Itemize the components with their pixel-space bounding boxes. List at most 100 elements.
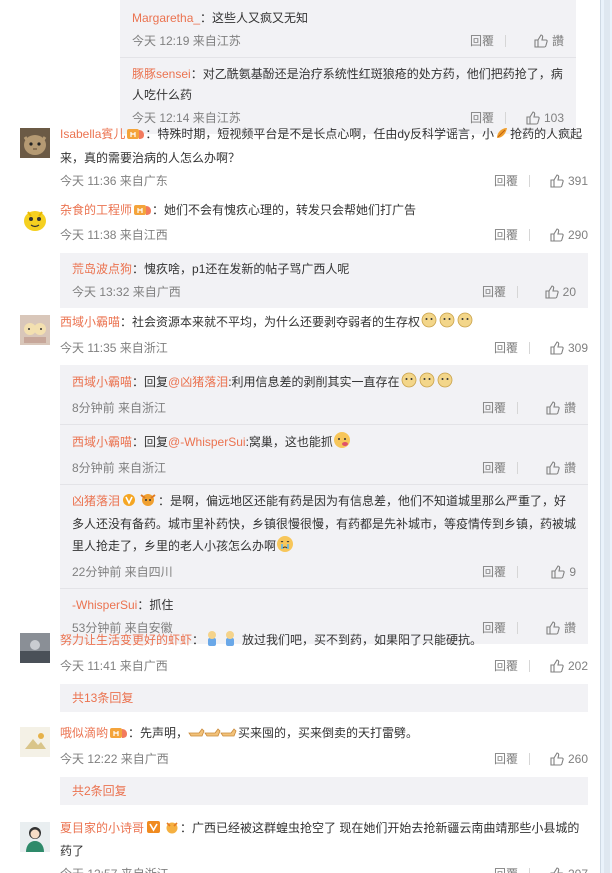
reply-username[interactable]: 豚豚sensei — [132, 67, 191, 81]
scrollbar-track[interactable] — [604, 0, 610, 873]
reply-username[interactable]: 西域小霸喵 — [72, 435, 132, 449]
avatar[interactable] — [20, 822, 50, 852]
divider — [517, 286, 518, 298]
divider — [517, 566, 518, 578]
fan-badge-icon — [164, 820, 180, 841]
reply-button[interactable]: 回覆 — [482, 398, 506, 418]
divider — [529, 342, 530, 354]
like-button[interactable]: 20 — [524, 282, 576, 302]
avatar[interactable] — [20, 727, 50, 757]
reply-text: ：回复 — [132, 375, 169, 389]
avatar[interactable] — [20, 633, 50, 663]
comment-username[interactable]: 杂食的工程师 — [60, 203, 132, 217]
scrollbar[interactable] — [600, 0, 612, 873]
emoji-icon — [494, 125, 510, 148]
like-button[interactable]: 309 — [536, 338, 588, 358]
comment-username[interactable]: 西域小霸喵 — [60, 315, 120, 329]
like-count: 20 — [562, 285, 576, 299]
divider — [505, 35, 506, 47]
reply-button[interactable]: 回覆 — [494, 749, 518, 769]
emoji-icon — [420, 311, 474, 336]
avatar[interactable] — [20, 204, 50, 234]
reply-text: ：愧疚啥，p1还在发新的帖子骂广西人呢 — [132, 262, 350, 276]
reply-button[interactable]: 回覆 — [494, 338, 518, 358]
like-count: 309 — [567, 341, 588, 355]
reply-username[interactable]: Margaretha_ — [132, 11, 200, 25]
like-button[interactable]: 9 — [524, 562, 576, 582]
emoji-icon — [188, 724, 238, 747]
like-count: 290 — [567, 228, 588, 242]
reply-username[interactable]: 荒岛波点狗 — [72, 262, 132, 276]
reply-button[interactable]: 回覆 — [482, 458, 506, 478]
divider — [517, 402, 518, 414]
view-more-replies[interactable]: 共2条回复 — [60, 777, 588, 805]
reply-box: 荒岛波点狗：愧疚啥，p1还在发新的帖子骂广西人呢 今天 13:32 来自广西 回… — [60, 253, 588, 308]
comment-username[interactable]: 努力让生活变更好的虾虾 — [60, 633, 192, 647]
reply-meta: 8分钟前 来自浙江 回覆 讚 — [72, 458, 576, 478]
fan-badge-icon — [138, 491, 158, 514]
thumb-up-icon — [551, 565, 566, 579]
reply-time: 今天 12:19 来自江苏 — [132, 34, 241, 48]
emoji-icon — [276, 535, 294, 560]
divider — [529, 175, 530, 187]
like-count: 9 — [569, 565, 576, 579]
view-more-replies[interactable]: 共13条回复 — [60, 684, 588, 712]
divider — [529, 753, 530, 765]
comment-meta: 今天 11:38 来自江西 回覆 290 — [60, 225, 588, 245]
reply-item: 西域小霸喵：回复@凶猪落泪:利用信息差的剥削其实一直存在 8分钟前 来自浙江 回… — [72, 371, 576, 420]
divider — [529, 229, 530, 241]
reply-username[interactable]: 西域小霸喵 — [72, 375, 132, 389]
like-button[interactable]: 260 — [536, 749, 588, 769]
reply-button[interactable]: 回覆 — [482, 282, 506, 302]
comment-item: 哦似滴哟 ：先声明， 买来囤的，买来倒卖的天打雷劈。 今天 12:22 来自广西 回… — [0, 721, 600, 805]
comment-meta: 今天 11:35 来自浙江 回覆 309 — [60, 338, 588, 358]
reply-text: ：这些人又疯又无知 — [200, 11, 309, 25]
mention-link[interactable]: @-WhisperSui — [168, 435, 246, 449]
like-button[interactable]: 207 — [536, 864, 588, 873]
reply-button[interactable]: 回覆 — [482, 562, 506, 582]
divider — [60, 424, 588, 425]
emoji-icon — [333, 431, 351, 456]
like-button[interactable]: 391 — [536, 171, 588, 191]
reply-button[interactable]: 回覆 — [470, 31, 494, 51]
thumb-up-icon — [550, 174, 564, 188]
emoji-icon — [204, 629, 242, 654]
reply-username[interactable]: -WhisperSui — [72, 598, 137, 612]
divider — [120, 57, 576, 58]
emoji-icon — [400, 371, 454, 396]
like-button[interactable]: 290 — [536, 225, 588, 245]
avatar[interactable] — [20, 128, 50, 158]
comment-username[interactable]: 哦似滴哟 — [60, 726, 108, 740]
reply-text: ：对乙酰氨基酚还是治疗系统性红斑狼疮的处方药，他们把药抢了，病人吃什么药 — [132, 67, 563, 102]
reply-button[interactable]: 回覆 — [494, 656, 518, 676]
divider — [60, 588, 588, 589]
reply-username[interactable]: 凶猪落泪 — [72, 494, 120, 508]
comment-feed: Margaretha_：这些人又疯又无知 今天 12:19 来自江苏 回覆 讚 … — [0, 0, 600, 873]
like-button[interactable]: 讚 — [524, 458, 576, 478]
comment-username[interactable]: Isabella賓儿 — [60, 127, 125, 141]
divider — [529, 660, 530, 672]
reply-box: 西域小霸喵：回复@凶猪落泪:利用信息差的剥削其实一直存在 8分钟前 来自浙江 回… — [60, 365, 588, 644]
reply-item: Margaretha_：这些人又疯又无知 今天 12:19 来自江苏 回覆 讚 — [132, 8, 564, 53]
reply-time: 8分钟前 来自浙江 — [72, 461, 167, 475]
reply-button[interactable]: 回覆 — [494, 864, 518, 873]
reply-item: 豚豚sensei：对乙酰氨基酚还是治疗系统性红斑狼疮的处方药，他们把药抢了，病人… — [132, 64, 564, 130]
like-button[interactable]: 讚 — [524, 398, 576, 418]
comment-text: 放过我们吧，买不到药，如果阳了只能硬抗。 — [242, 633, 483, 647]
avatar[interactable] — [20, 315, 50, 345]
reply-text: ：回复 — [132, 435, 169, 449]
like-button[interactable]: 202 — [536, 656, 588, 676]
comment-item: 杂食的工程师 ：她们不会有愧疚心理的，转发只会帮她们打广告 今天 11:38 来自… — [0, 198, 600, 308]
comment-time: 今天 12:57 来自浙江 — [60, 864, 169, 873]
divider — [529, 868, 530, 873]
divider — [60, 484, 588, 485]
reply-button[interactable]: 回覆 — [494, 225, 518, 245]
reply-item: 凶猪落泪 ：是啊，偏远地区还能有药是因为有信息差，他们不知道城里那么严重了，好多人… — [72, 491, 576, 584]
reply-button[interactable]: 回覆 — [494, 171, 518, 191]
comment-item: Isabella賓儿 ：特殊时期，短视频平台是不是长点心啊，任由dy反科学谣言，小… — [0, 122, 600, 191]
mention-link[interactable]: @凶猪落泪 — [168, 375, 228, 389]
comment-username[interactable]: 夏目家的小诗哥 — [60, 821, 144, 835]
like-count: 讚 — [563, 401, 576, 415]
like-button[interactable]: 讚 — [512, 31, 564, 51]
comment-item: 努力让生活变更好的虾虾： 放过我们吧，买不到药，如果阳了只能硬抗。 今天 11:4… — [0, 627, 600, 712]
